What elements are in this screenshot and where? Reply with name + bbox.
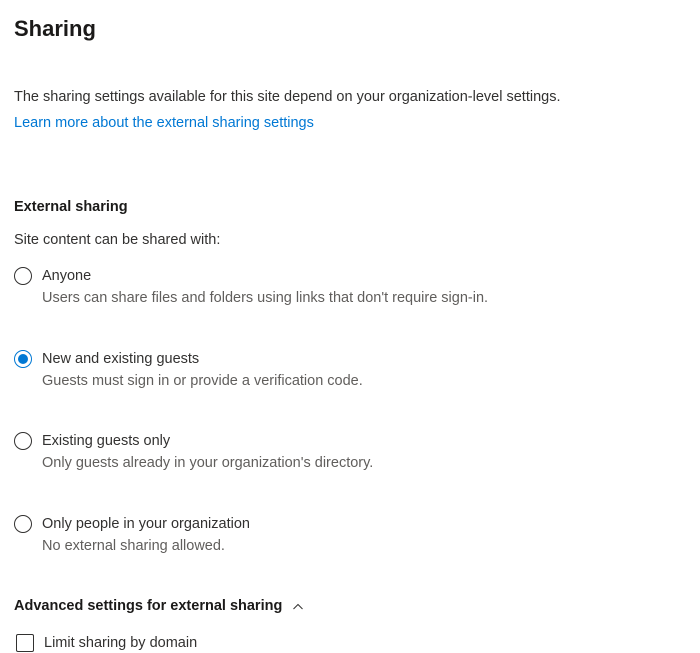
share-with-subtext: Site content can be shared with: (14, 230, 686, 250)
radio-label: Anyone (42, 266, 488, 286)
radio-option-org-only[interactable]: Only people in your organization No exte… (14, 514, 686, 557)
external-sharing-radio-group: Anyone Users can share files and folders… (14, 266, 686, 556)
radio-description: Only guests already in your organization… (42, 453, 373, 473)
page-title: Sharing (14, 14, 686, 45)
radio-option-new-existing-guests[interactable]: New and existing guests Guests must sign… (14, 349, 686, 392)
chevron-up-icon (292, 601, 304, 613)
radio-description: Users can share files and folders using … (42, 288, 488, 308)
radio-label: Existing guests only (42, 431, 373, 451)
checkbox-icon (16, 634, 34, 652)
radio-description: No external sharing allowed. (42, 536, 250, 556)
radio-icon (14, 515, 32, 533)
intro-text: The sharing settings available for this … (14, 87, 686, 107)
radio-icon (14, 432, 32, 450)
advanced-settings-toggle[interactable]: Advanced settings for external sharing (14, 596, 686, 616)
radio-description: Guests must sign in or provide a verific… (42, 371, 363, 391)
radio-label: Only people in your organization (42, 514, 250, 534)
radio-option-existing-guests[interactable]: Existing guests only Only guests already… (14, 431, 686, 474)
radio-label: New and existing guests (42, 349, 363, 369)
radio-option-anyone[interactable]: Anyone Users can share files and folders… (14, 266, 686, 309)
radio-icon (14, 267, 32, 285)
radio-icon (14, 350, 32, 368)
external-sharing-heading: External sharing (14, 197, 686, 217)
learn-more-link[interactable]: Learn more about the external sharing se… (14, 115, 314, 131)
advanced-settings-label: Advanced settings for external sharing (14, 596, 282, 616)
